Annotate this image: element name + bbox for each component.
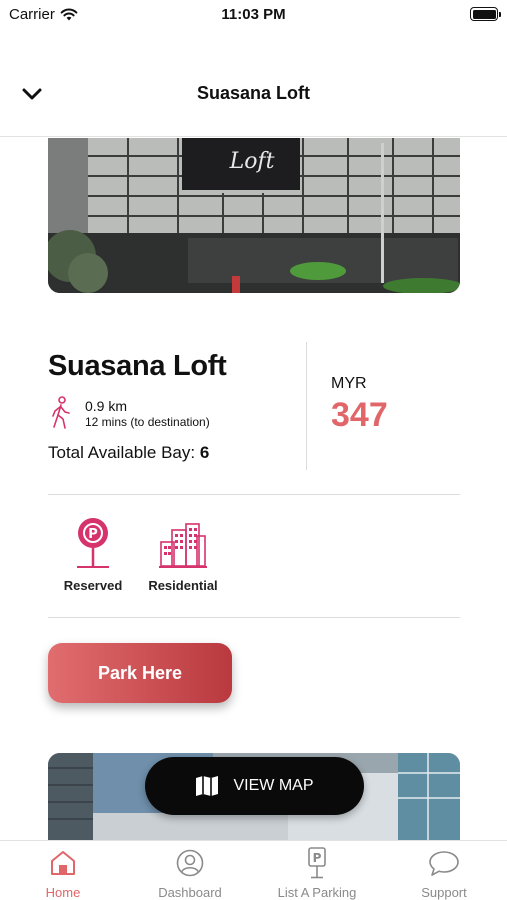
feature-label: Reserved [63,578,123,593]
bays-label: Total Available Bay: [48,443,196,462]
bays-count: 6 [199,443,210,462]
parking-name: Suasana Loft [48,350,227,382]
feature-reserved: P Reserved [48,516,138,593]
tab-list-a-parking[interactable]: P List A Parking [262,847,372,900]
view-map-button[interactable]: VIEW MAP [145,757,364,815]
currency-label: MYR [331,375,367,392]
battery-icon [470,7,501,21]
feature-residential: Residential [138,516,228,593]
parking-sign-icon: P [77,518,109,568]
tab-support[interactable]: Support [389,847,499,900]
building-photo: Loft [48,138,460,293]
buildings-icon [159,523,207,568]
nav-header: Suasana Loft [0,62,507,137]
view-map-label: VIEW MAP [233,777,314,794]
chat-bubble-icon [429,851,459,876]
status-bar: Carrier 11:03 PM [0,0,507,30]
tab-label: Dashboard [158,885,222,900]
divider-top [48,494,460,495]
vertical-divider [306,342,307,470]
duration-value: 12 mins (to destination) [85,415,210,429]
sign-text: Loft [229,149,275,174]
distance-value: 0.9 km [85,398,128,414]
clock: 11:03 PM [221,6,286,23]
tab-label: List A Parking [277,885,357,900]
page-title: Suasana Loft [196,83,311,103]
parking-meter-icon: P [308,847,326,879]
price-value: 347 [331,396,388,434]
tab-dashboard[interactable]: Dashboard [135,847,245,900]
feature-label: Residential [148,578,218,593]
park-here-button[interactable]: Park Here [48,643,232,703]
walking-icon [52,396,70,429]
available-bays: Total Available Bay: 6 [48,443,209,463]
tab-bar: Home Dashboard P List A Parking Support [0,840,507,900]
divider-bottom [48,617,460,618]
user-icon [176,849,204,877]
map-icon [196,776,219,796]
svg-text:P: P [88,527,98,542]
home-icon [51,851,75,875]
tab-home[interactable]: Home [8,847,118,900]
tab-label: Support [421,885,467,900]
svg-text:P: P [313,851,322,865]
tab-label: Home [45,885,81,900]
